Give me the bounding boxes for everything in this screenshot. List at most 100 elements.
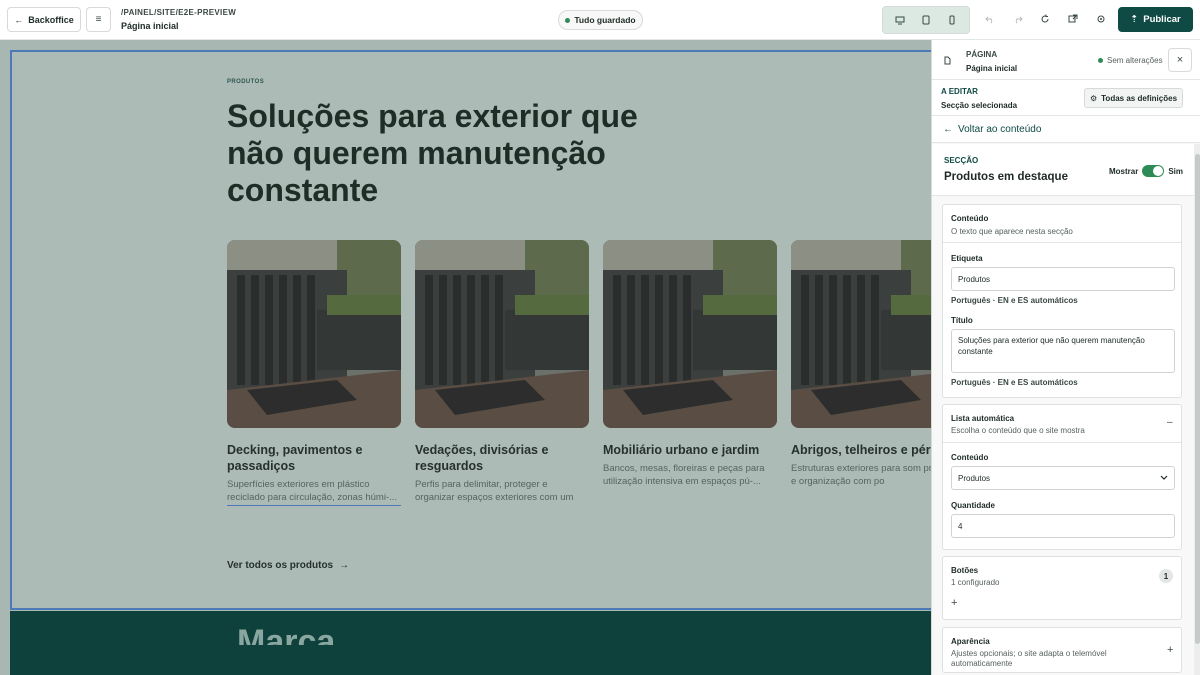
change-status-label: Sem alterações (1107, 56, 1163, 65)
card-focus-underline (227, 505, 401, 506)
editor-panel: PÁGINA Página inicial Sem alterações × A… (931, 40, 1200, 675)
publish-button[interactable]: ⇡ Publicar (1118, 7, 1193, 32)
scrollbar-thumb[interactable] (1195, 154, 1200, 644)
auto-list-subtitle: Escolha o conteúdo que o site mostra (951, 426, 1085, 435)
collapse-button[interactable]: – (1167, 417, 1173, 428)
page-title: Página inicial (121, 21, 179, 31)
undo-icon (985, 16, 993, 24)
desktop-view-button[interactable] (889, 10, 911, 30)
plus-icon: + (951, 597, 958, 609)
quantity-input[interactable] (951, 514, 1175, 538)
upload-icon: ⇡ (1130, 14, 1139, 25)
settings-button[interactable] (1093, 11, 1109, 27)
show-section-toggle[interactable] (1142, 165, 1165, 177)
panel-page-name: Página inicial (966, 64, 1018, 73)
all-settings-label: Todas as definições (1101, 93, 1178, 103)
page-icon (944, 56, 951, 65)
next-section: Marca (10, 611, 931, 675)
content-box: Conteúdo O texto que aparece nesta secçã… (942, 204, 1182, 398)
divider (943, 442, 1181, 443)
expand-button[interactable]: + (1167, 644, 1173, 656)
editing-subtitle: Secção selecionada (941, 101, 1018, 110)
product-card-image (791, 240, 931, 428)
title-field-label: Título (951, 316, 973, 325)
refresh-button[interactable] (1037, 11, 1053, 27)
add-button[interactable]: + (951, 597, 957, 609)
next-section-title: Marca (237, 623, 336, 645)
product-card-description: Perfis para delimitar, proteger e organi… (415, 479, 574, 503)
product-card-image (603, 240, 777, 428)
arrow-left-icon: ← (14, 14, 24, 25)
save-status-badge: Tudo guardado (558, 10, 643, 30)
product-card-title: Decking, pavimentos e passadiços (227, 443, 363, 473)
panel-header: PÁGINA Página inicial Sem alterações × (932, 40, 1200, 80)
panel-kicker: PÁGINA (966, 50, 998, 59)
product-card-image (227, 240, 401, 428)
minus-icon: – (1167, 417, 1173, 428)
back-to-content-link[interactable]: ← Voltar ao conteúdo (932, 116, 1200, 143)
title-textarea[interactable]: Soluções para exterior que não querem ma… (951, 329, 1175, 373)
editing-info: A EDITAR Secção selecionada ⚙ Todas as d… (932, 80, 1200, 116)
open-external-button[interactable] (1065, 11, 1081, 27)
product-card[interactable]: Vedações, divisórias e resguardos Perfis… (415, 240, 589, 504)
preview-section-title: Soluções para exterior que não querem ma… (227, 98, 638, 208)
product-card[interactable]: Decking, pavimentos e passadiços Superfí… (227, 240, 401, 506)
status-dot-icon (1098, 58, 1103, 63)
product-card-description: Bancos, mesas, floreiras e peças para ut… (603, 463, 765, 487)
appearance-box-title: Aparência (951, 637, 990, 646)
device-switcher (882, 6, 970, 34)
toggle-knob (1153, 166, 1164, 176)
chevron-down-icon (1160, 475, 1168, 480)
product-card[interactable]: Abrigos, telheiros e pérgolas Estruturas… (791, 240, 931, 488)
divider (943, 242, 1181, 243)
see-all-label: Ver todos os produtos (227, 560, 334, 571)
menu-button[interactable]: ≡ (86, 7, 111, 32)
content-select-value: Produtos (958, 473, 991, 483)
auto-list-box: Lista automática Escolha o conteúdo que … (942, 404, 1182, 550)
publish-label: Publicar (1143, 14, 1181, 25)
gear-icon (1097, 15, 1105, 23)
all-settings-button[interactable]: ⚙ Todas as definições (1084, 88, 1183, 108)
arrow-right-icon: → (339, 560, 350, 571)
desktop-icon (895, 16, 905, 24)
content-select[interactable]: Produtos (951, 466, 1175, 490)
refresh-icon (1041, 14, 1049, 23)
mobile-view-button[interactable] (941, 10, 963, 30)
see-all-products-link[interactable]: Ver todos os produtos → (227, 560, 349, 571)
panel-scrollbar[interactable] (1194, 144, 1200, 675)
backoffice-button[interactable]: ← Backoffice (7, 7, 81, 32)
arrow-left-icon: ← (943, 123, 953, 135)
content-field-label: Conteúdo (951, 453, 989, 462)
product-card[interactable]: Mobiliário urbano e jardim Bancos, mesas… (603, 240, 777, 488)
show-value: Sim (1168, 166, 1184, 176)
tablet-icon (922, 15, 930, 25)
appearance-box[interactable]: Aparência Ajustes opcionais; o site adap… (942, 627, 1182, 673)
editing-kicker: A EDITAR (941, 87, 978, 96)
product-card-description: Estruturas exteriores para som proteção … (791, 463, 931, 487)
redo-button[interactable] (1010, 11, 1026, 27)
breadcrumb: /PAINEL/SITE/E2E-PREVIEW Página inicial (121, 8, 236, 31)
label-field-label: Etiqueta (951, 254, 983, 263)
buttons-box: Botões 1 configurado 1 + (942, 556, 1182, 620)
content-box-title: Conteúdo (951, 214, 989, 223)
product-card-title: Vedações, divisórias e resguardos (415, 443, 549, 473)
label-input[interactable] (951, 267, 1175, 291)
undo-button[interactable] (982, 11, 998, 27)
buttons-box-title: Botões (951, 566, 979, 575)
buttons-box-subtitle: 1 configurado (951, 578, 1000, 587)
menu-icon: ≡ (95, 14, 102, 25)
status-dot-icon (565, 17, 571, 23)
appearance-box-subtitle: Ajustes opcionais; o site adapta o telem… (951, 649, 1107, 668)
show-label: Mostrar (1109, 166, 1139, 176)
mobile-icon (949, 15, 955, 25)
product-card-image (415, 240, 589, 428)
content-box-subtitle: O texto que aparece nesta secção (951, 227, 1073, 236)
section-header: SECÇÃO Produtos em destaque Mostrar Sim (932, 144, 1194, 196)
product-card-title: Abrigos, telheiros e pérgolas (791, 443, 931, 457)
tablet-view-button[interactable] (915, 10, 937, 30)
language-hint: Português · EN e ES automáticos (951, 296, 1078, 305)
close-panel-button[interactable]: × (1168, 48, 1192, 72)
product-card-title: Mobiliário urbano e jardim (603, 443, 760, 457)
auto-list-title: Lista automática (951, 414, 1015, 423)
section-kicker: SECÇÃO (944, 156, 979, 165)
